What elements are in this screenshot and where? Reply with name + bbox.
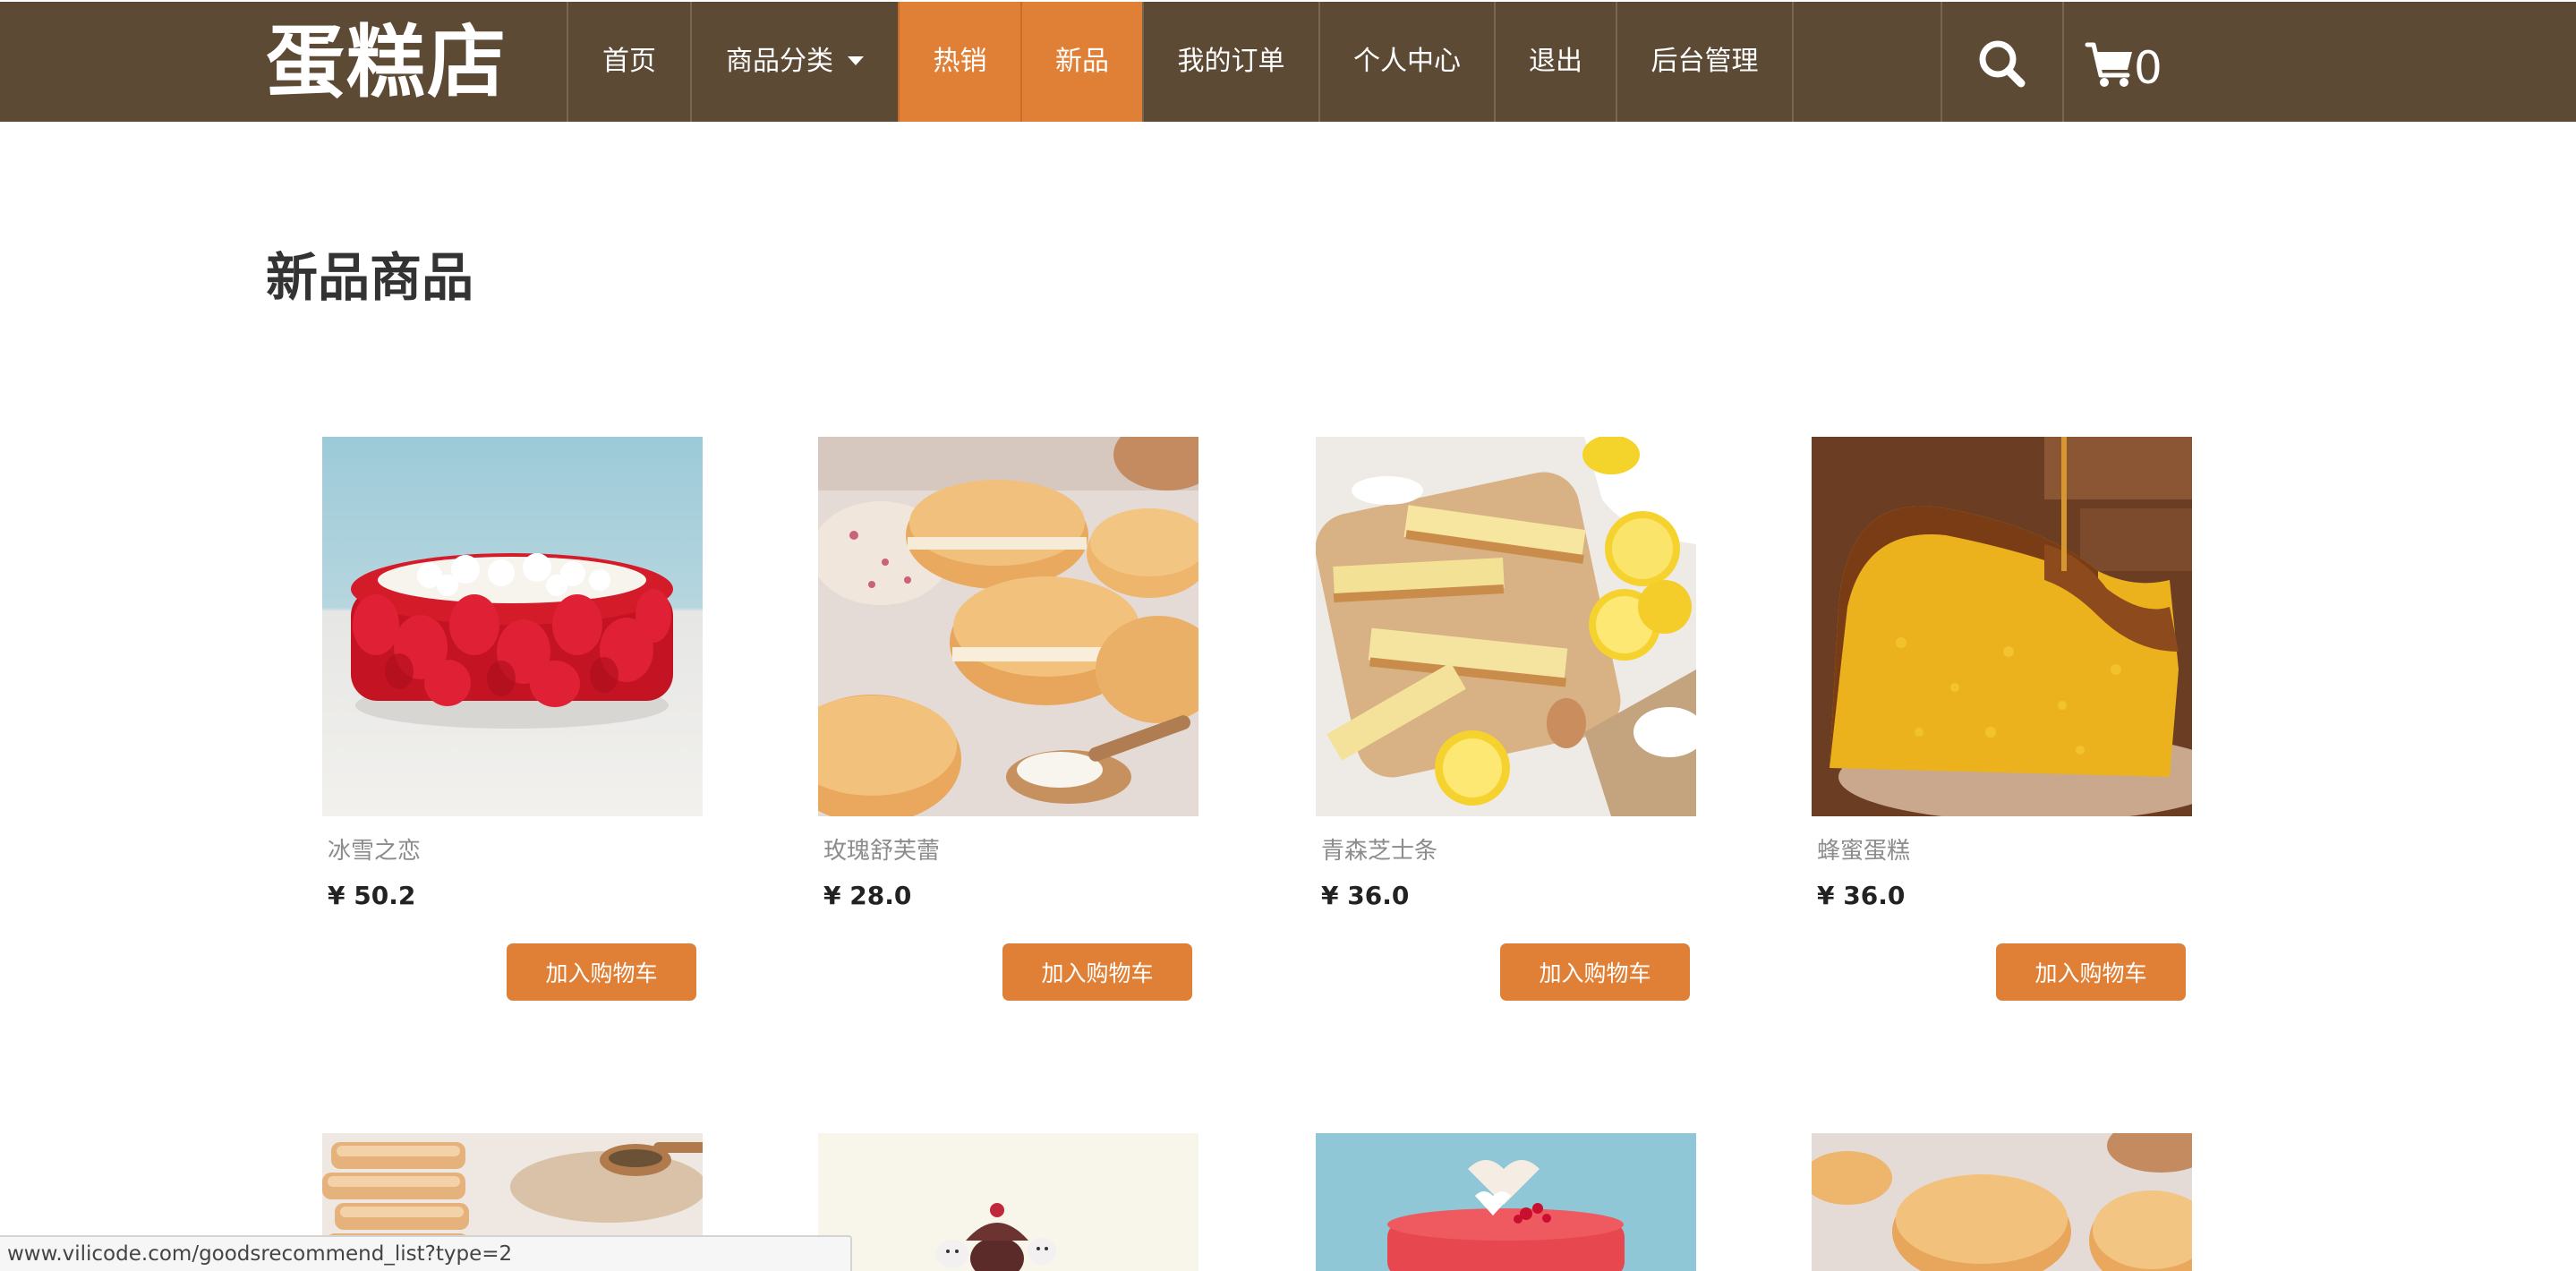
nav-divider: [1792, 2, 1794, 122]
brand-logo[interactable]: 蛋糕店: [266, 14, 508, 111]
nav-user-center[interactable]: 个人中心: [1318, 2, 1494, 122]
nav-home-label: 首页: [602, 46, 656, 77]
product-card: 青森芝士条 ¥ 36.0 加入购物车: [1316, 437, 1696, 1010]
add-to-cart-button[interactable]: 加入购物车: [1996, 943, 2186, 1001]
add-to-cart-button[interactable]: 加入购物车: [1002, 943, 1192, 1001]
cart-count-badge: 0: [2134, 42, 2162, 94]
product-image[interactable]: [1812, 1133, 2192, 1271]
nav-hot[interactable]: 热销: [898, 2, 1020, 122]
product-image[interactable]: [1812, 437, 2192, 816]
nav-admin[interactable]: 后台管理: [1616, 2, 1792, 122]
add-to-cart-button[interactable]: 加入购物车: [1500, 943, 1690, 1001]
product-image[interactable]: [1316, 1133, 1696, 1271]
product-name[interactable]: 玫瑰舒芙蕾: [823, 832, 940, 866]
add-to-cart-button[interactable]: 加入购物车: [507, 943, 696, 1001]
search-button[interactable]: [1942, 2, 2062, 122]
product-image[interactable]: [1316, 437, 1696, 816]
product-image[interactable]: [818, 437, 1198, 816]
nav-new[interactable]: 新品: [1020, 2, 1142, 122]
product-price: ¥ 36.0: [1321, 881, 1410, 910]
nav-logout[interactable]: 退出: [1494, 2, 1616, 122]
cart-icon: [2085, 42, 2132, 87]
search-icon: [1979, 40, 2026, 88]
nav-categories-dropdown[interactable]: 商品分类: [690, 2, 898, 122]
nav-user-center-label: 个人中心: [1353, 46, 1461, 77]
nav-my-orders-label: 我的订单: [1177, 46, 1285, 77]
nav-admin-label: 后台管理: [1651, 46, 1759, 77]
product-card: 冰雪之恋 ¥ 50.2 加入购物车: [322, 437, 703, 1010]
product-name[interactable]: 冰雪之恋: [328, 832, 421, 866]
caret-down-icon: [848, 55, 864, 65]
top-navbar: 蛋糕店 首页 商品分类 热销 新品 我的订单 个人中心 退出 后台管理 0: [0, 2, 2576, 122]
nav-hot-label: 热销: [933, 46, 987, 77]
nav-new-label: 新品: [1055, 46, 1109, 77]
page-title: 新品商品: [266, 247, 474, 308]
product-image[interactable]: [818, 1133, 1198, 1271]
nav-home[interactable]: 首页: [567, 2, 690, 122]
product-name[interactable]: 青森芝士条: [1321, 832, 1437, 866]
nav-logout-label: 退出: [1529, 46, 1582, 77]
product-price: ¥ 28.0: [823, 881, 912, 910]
product-card: 玫瑰舒芙蕾 ¥ 28.0 加入购物车: [818, 437, 1198, 1010]
browser-status-url: www.vilicode.com/goodsrecommend_list?typ…: [0, 1235, 852, 1271]
product-price: ¥ 36.0: [1817, 881, 1906, 910]
product-image[interactable]: [322, 437, 703, 816]
nav-categories-label: 商品分类: [726, 46, 833, 77]
nav-my-orders[interactable]: 我的订单: [1142, 2, 1318, 122]
product-name[interactable]: 蜂蜜蛋糕: [1817, 832, 1910, 866]
product-price: ¥ 50.2: [328, 881, 416, 910]
product-card: 蜂蜜蛋糕 ¥ 36.0 加入购物车: [1812, 437, 2192, 1010]
cart-button[interactable]: [2064, 2, 2180, 122]
